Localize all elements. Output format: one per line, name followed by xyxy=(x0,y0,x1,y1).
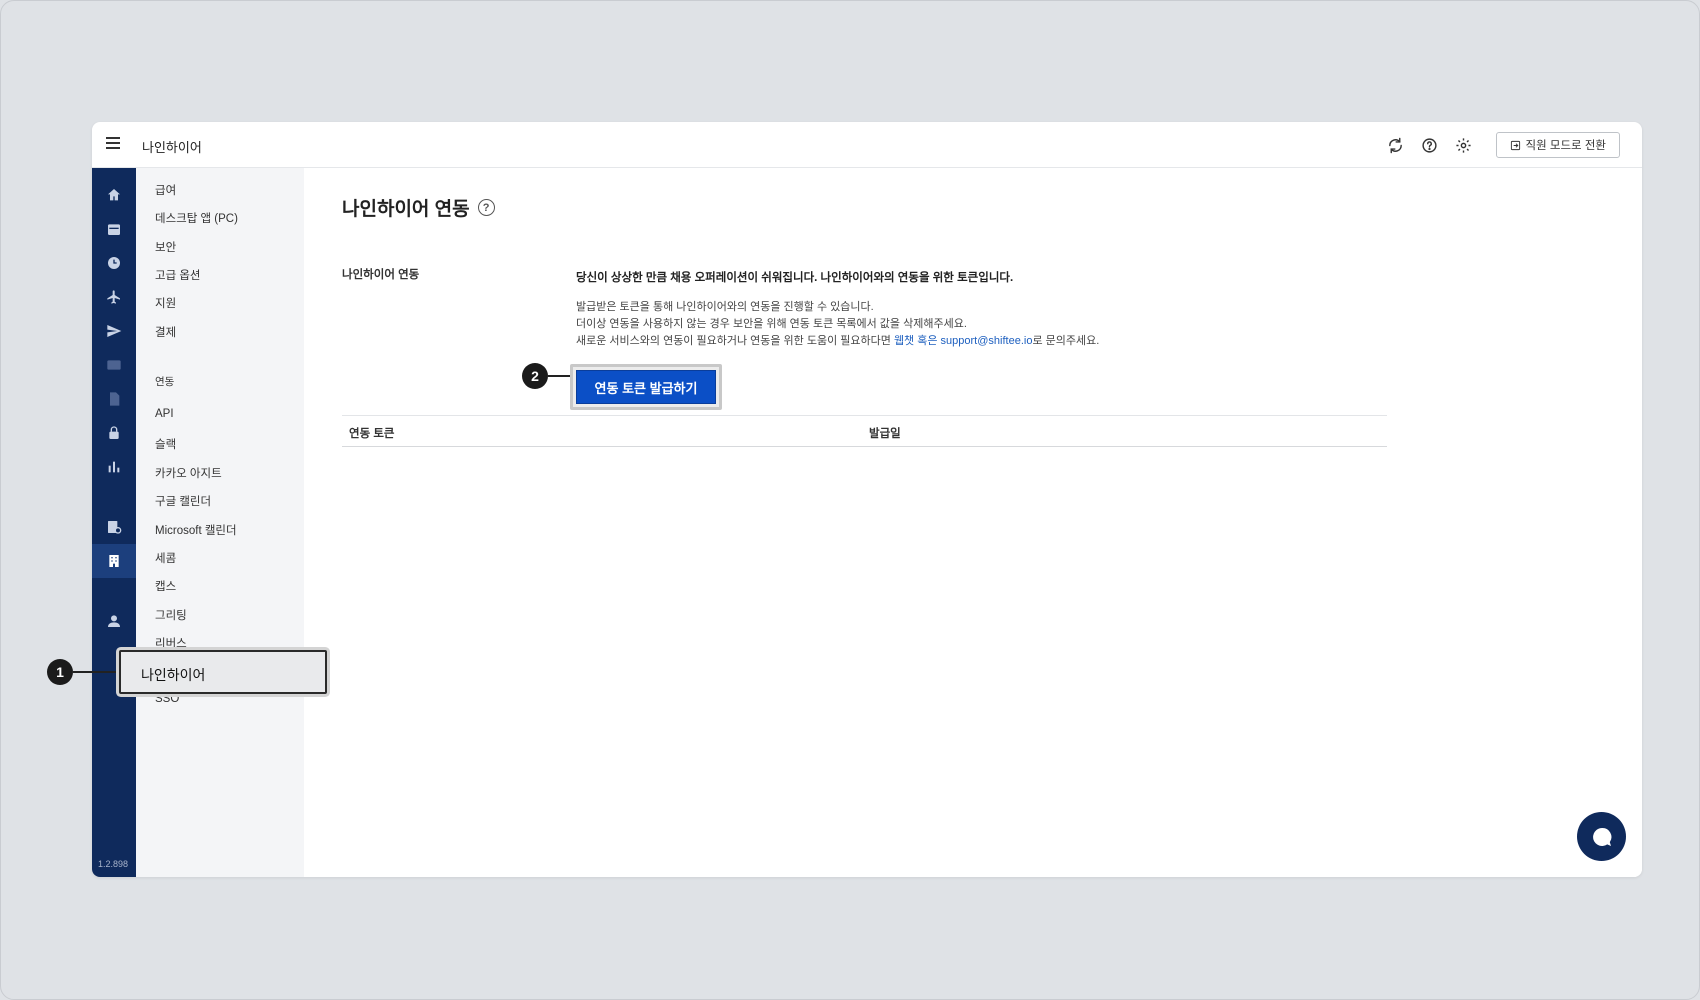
callout-line-1 xyxy=(73,671,119,673)
report-icon[interactable] xyxy=(104,517,124,537)
page-title: 나인하이어 연동 ? xyxy=(342,194,495,221)
hamburger-menu-icon[interactable] xyxy=(106,137,120,151)
submenu-item-sso[interactable]: SSO xyxy=(155,693,179,705)
table-header-token: 연동 토큰 xyxy=(349,428,395,440)
submenu-item-advanced-options[interactable]: 고급 옵션 xyxy=(155,267,201,283)
submenu-item-desktop-app[interactable]: 데스크탑 앱 (PC) xyxy=(155,210,238,226)
callout-badge-1: 1 xyxy=(47,659,73,685)
main-content: 나인하이어 연동 ? 나인하이어 연동 당신이 상상한 만큼 채용 오퍼레이션이… xyxy=(304,168,1642,877)
help-icon[interactable] xyxy=(1420,135,1440,155)
submenu-item-slack[interactable]: 슬랙 xyxy=(155,436,176,452)
issue-token-button[interactable]: 연동 토큰 발급하기 xyxy=(576,370,716,404)
top-actions: 직원 모드로 전환 xyxy=(1386,132,1620,158)
table-header-issued-date: 발급일 xyxy=(869,428,901,440)
submenu-item-caps[interactable]: 캡스 xyxy=(155,578,176,594)
plane-icon[interactable] xyxy=(104,287,124,307)
card-icon[interactable] xyxy=(104,355,124,375)
settings-submenu: 급여 데스크탑 앱 (PC) 보안 고급 옵션 지원 결제 연동 API 슬랙 … xyxy=(136,168,304,877)
icon-rail: 1.2.898 xyxy=(92,168,136,877)
user-icon[interactable] xyxy=(104,611,124,631)
highlighted-submenu-item[interactable]: 나인하이어 xyxy=(119,650,327,694)
submenu-item-secom[interactable]: 세콤 xyxy=(155,550,176,566)
submenu-item-google-calendar[interactable]: 구글 캘린더 xyxy=(155,493,211,509)
question-icon[interactable]: ? xyxy=(477,199,495,216)
document-icon[interactable] xyxy=(104,389,124,409)
page-title-text: 나인하이어 연동 xyxy=(342,199,470,220)
submenu-section-integration: 연동 xyxy=(155,376,175,388)
submenu-item-kakao-agit[interactable]: 카카오 아지트 xyxy=(155,465,222,481)
submenu-item-microsoft-calendar[interactable]: Microsoft 캘린더 xyxy=(155,522,237,538)
calendar-icon[interactable] xyxy=(104,219,124,239)
switch-icon xyxy=(1510,140,1520,150)
webchat-link[interactable]: 웹챗 xyxy=(894,335,914,347)
submenu-item-rebus[interactable]: 리버스 xyxy=(155,635,187,651)
support-email-link[interactable]: support@shiftee.io xyxy=(941,335,1033,347)
line3-or: 혹은 xyxy=(914,335,941,347)
home-icon[interactable] xyxy=(104,185,124,205)
chart-icon[interactable] xyxy=(104,457,124,477)
submenu-item-payroll[interactable]: 급여 xyxy=(155,182,176,198)
section-label: 나인하이어 연동 xyxy=(342,269,420,281)
submenu-item-greeting[interactable]: 그리팅 xyxy=(155,607,187,623)
description-line-2: 더이상 연동을 사용하지 않는 경우 보안을 위해 연동 토큰 목록에서 값을 … xyxy=(576,318,967,330)
gear-icon[interactable] xyxy=(1454,135,1474,155)
callout-line-2 xyxy=(548,375,570,377)
submenu-item-support[interactable]: 지원 xyxy=(155,295,176,311)
chat-bubble-icon xyxy=(1592,827,1611,846)
callout-badge-2: 2 xyxy=(522,363,548,389)
switch-to-employee-mode-button[interactable]: 직원 모드로 전환 xyxy=(1495,132,1620,158)
token-table: 연동 토큰 발급일 xyxy=(342,415,1387,447)
lock-icon[interactable] xyxy=(104,423,124,443)
version-label: 1.2.898 xyxy=(98,859,129,869)
submenu-item-billing[interactable]: 결제 xyxy=(155,324,176,340)
highlighted-submenu-label: 나인하이어 xyxy=(141,667,206,683)
switch-mode-label: 직원 모드로 전환 xyxy=(1525,140,1606,152)
app-title: 나인하이어 xyxy=(142,140,202,155)
submenu-item-security[interactable]: 보안 xyxy=(155,239,176,255)
clock-icon[interactable] xyxy=(104,253,124,273)
description-line-3: 새로운 서비스와의 연동이 필요하거나 연동을 위한 도움이 필요하다면 웹챗 … xyxy=(576,332,1099,348)
refresh-icon[interactable] xyxy=(1386,135,1406,155)
chat-button[interactable] xyxy=(1577,812,1626,861)
top-bar: 나인하이어 직원 모드로 전환 xyxy=(92,122,1642,168)
send-icon[interactable] xyxy=(104,321,124,341)
building-icon[interactable] xyxy=(104,551,124,571)
submenu-item-api[interactable]: API xyxy=(155,408,174,420)
line3-suffix: 로 문의주세요. xyxy=(1032,335,1100,347)
issue-button-highlight: 연동 토큰 발급하기 xyxy=(570,364,722,410)
description-line-1: 발급받은 토큰을 통해 나인하이어와의 연동을 진행할 수 있습니다. xyxy=(576,301,874,313)
app-window: 나인하이어 직원 모드로 전환 1.2.898 급여 데스크탑 앱 (PC) 보… xyxy=(92,122,1642,877)
description-headline: 당신이 상상한 만큼 채용 오퍼레이션이 쉬워집니다. 나인하이어와의 연동을 … xyxy=(576,272,1014,284)
line3-prefix: 새로운 서비스와의 연동이 필요하거나 연동을 위한 도움이 필요하다면 xyxy=(576,335,894,347)
